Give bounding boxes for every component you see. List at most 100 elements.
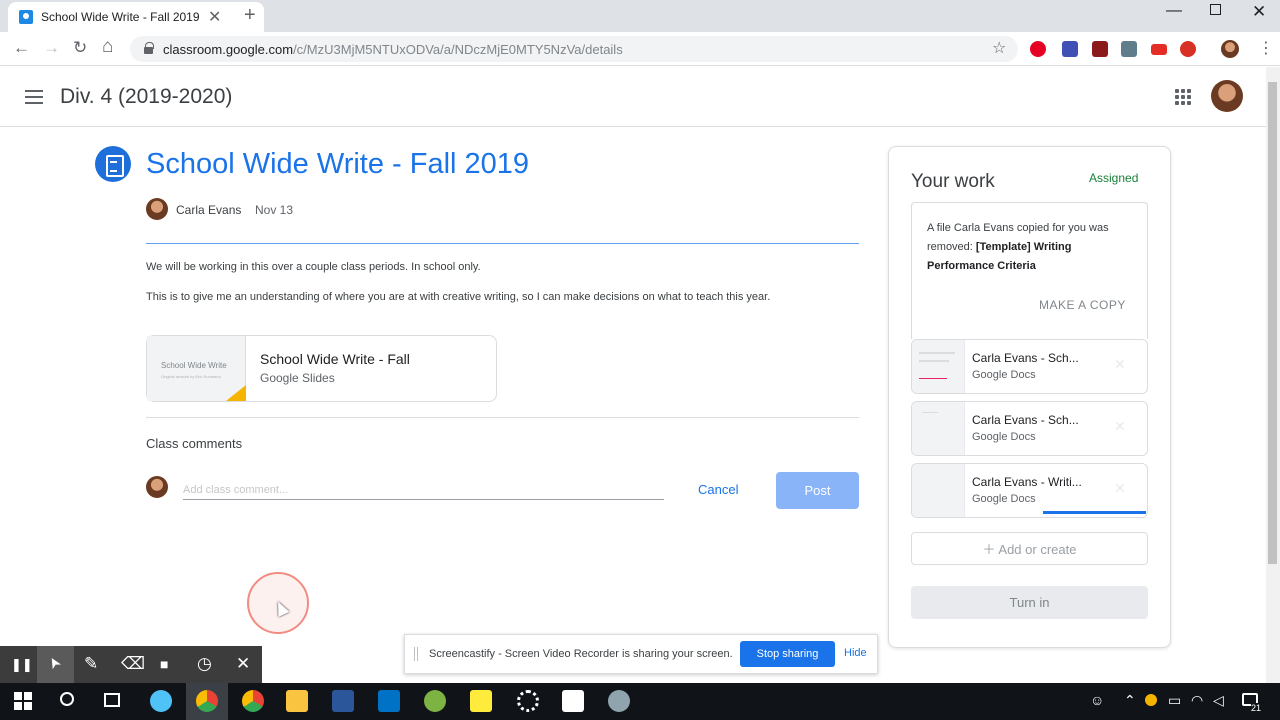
work-status-badge: Assigned [1089, 171, 1139, 185]
forward-button[interactable]: → [43, 38, 60, 58]
assignment-icon [95, 146, 131, 182]
home-button[interactable]: ⌂ [102, 36, 113, 58]
app-icon[interactable] [608, 690, 630, 712]
description-line: This is to give me an understanding of w… [146, 291, 771, 303]
browser-tab[interactable]: School Wide Write - Fall 2019 ✕ [8, 2, 264, 32]
pen-icon[interactable]: ✎ [84, 654, 98, 674]
removed-file-message: A file Carla Evans copied for you was re… [927, 219, 1135, 276]
doc-thumbnail [912, 464, 965, 517]
remove-file-icon[interactable]: ✕ [1114, 480, 1126, 497]
google-apps-icon[interactable] [1175, 89, 1191, 105]
people-icon[interactable]: ☺ [1090, 692, 1104, 708]
remove-file-icon[interactable]: ✕ [1114, 418, 1126, 435]
notification-count: 21 [1251, 703, 1262, 713]
tray-app-icon[interactable] [1145, 694, 1157, 706]
classroom-favicon-icon [19, 10, 33, 24]
class-comment-input[interactable] [183, 480, 664, 500]
reload-button[interactable]: ↻ [73, 38, 87, 58]
calendar-extension-icon[interactable] [1092, 41, 1108, 57]
extension-icon[interactable] [1062, 41, 1078, 57]
post-date: Nov 13 [255, 203, 294, 217]
sticky-notes-icon[interactable] [470, 690, 492, 712]
back-button[interactable]: ← [13, 38, 30, 58]
work-file-item[interactable]: Carla Evans - Writi... Google Docs ✕ [911, 463, 1148, 518]
attachment-type: Google Slides [260, 371, 335, 385]
post-button[interactable]: Post [776, 472, 859, 509]
turn-in-button[interactable]: Turn in [911, 586, 1148, 619]
attachment-thumbnail-title: School Wide Write [161, 361, 227, 370]
doc-thumbnail [912, 402, 965, 455]
window-minimize-button[interactable]: — [1166, 2, 1182, 20]
browser-menu-icon[interactable]: ⋮ [1258, 38, 1274, 58]
attachment-thumbnail-subtitle: Original artwork by Eric Rohmann [161, 374, 221, 379]
url-path: /c/MzU3MjM5NTUxODVa/a/NDczMjE0MTY5NzVa/d… [293, 42, 623, 57]
class-title[interactable]: Div. 4 (2019-2020) [60, 85, 232, 109]
stop-sharing-button[interactable]: Stop sharing [740, 641, 835, 667]
wifi-icon[interactable]: ◠ [1191, 692, 1203, 709]
cancel-button[interactable]: Cancel [698, 482, 738, 497]
sharing-message: Screencastify - Screen Video Recorder is… [429, 648, 733, 660]
file-type: Google Docs [972, 369, 1036, 381]
file-type: Google Docs [972, 431, 1036, 443]
camera-icon[interactable]: ■ [160, 656, 168, 672]
search-icon[interactable] [60, 692, 74, 706]
file-name: Carla Evans - Sch... [972, 351, 1079, 365]
hamburger-menu-icon[interactable] [25, 90, 43, 104]
commenter-avatar [146, 476, 168, 498]
volume-icon[interactable]: ◁ [1213, 692, 1224, 709]
layers-extension-icon[interactable] [1121, 41, 1137, 57]
window-close-button[interactable]: ✕ [1252, 2, 1266, 22]
youtube-extension-icon[interactable] [1151, 44, 1167, 55]
remove-file-icon[interactable]: ✕ [1114, 356, 1126, 373]
file-name: Carla Evans - Writi... [972, 475, 1082, 489]
screencastify-extension-icon[interactable] [1180, 41, 1196, 57]
url-text[interactable]: classroom.google.com/c/MzU3MjM5NTUxODVa/… [163, 42, 623, 57]
drag-handle-icon[interactable] [414, 647, 418, 661]
chrome-icon[interactable] [196, 690, 218, 712]
file-name: Carla Evans - Sch... [972, 413, 1079, 427]
assignment-title: School Wide Write - Fall 2019 [146, 148, 530, 180]
pause-icon[interactable]: ❚❚ [11, 657, 33, 673]
slides-corner-icon [226, 385, 246, 401]
profile-avatar[interactable] [1221, 40, 1239, 58]
battery-icon[interactable]: ▭ [1168, 692, 1181, 709]
hide-button[interactable]: Hide [844, 647, 867, 659]
chrome-icon[interactable] [242, 690, 264, 712]
upload-progress-bar [1043, 511, 1146, 514]
window-restore-button[interactable] [1208, 4, 1221, 16]
doc-thumbnail [912, 340, 965, 393]
settings-icon[interactable] [517, 690, 539, 712]
attachment-title[interactable]: School Wide Write - Fall [260, 351, 410, 367]
new-tab-button[interactable]: + [244, 4, 256, 27]
scrollbar-thumb[interactable] [1268, 82, 1277, 564]
tab-title: School Wide Write - Fall 2019 [41, 10, 200, 24]
url-host: classroom.google.com [163, 42, 294, 57]
word-icon[interactable] [332, 690, 354, 712]
title-divider [146, 243, 859, 244]
work-file-item[interactable]: Carla Evans - Sch... Google Docs ✕ [911, 401, 1148, 456]
description-line: We will be working in this over a couple… [146, 261, 481, 273]
lock-icon[interactable] [144, 42, 154, 54]
make-a-copy-button[interactable]: MAKE A COPY [1039, 298, 1126, 312]
your-work-title: Your work [911, 171, 995, 192]
eraser-icon[interactable]: ⌫ [121, 654, 145, 674]
windows-start-icon[interactable] [14, 692, 32, 710]
close-toolbar-icon[interactable]: ✕ [236, 654, 250, 674]
file-explorer-icon[interactable] [286, 690, 308, 712]
show-hidden-icons[interactable]: ⌃ [1124, 692, 1136, 709]
bookmark-star-icon[interactable]: ☆ [992, 38, 1006, 58]
photos-icon[interactable] [562, 690, 584, 712]
tab-close-icon[interactable]: ✕ [208, 7, 221, 27]
class-comments-label: Class comments [146, 436, 243, 451]
file-type: Google Docs [972, 493, 1036, 505]
account-avatar[interactable] [1211, 80, 1243, 112]
author-name: Carla Evans [176, 203, 242, 217]
pinterest-extension-icon[interactable] [1030, 41, 1046, 57]
task-view-icon[interactable] [104, 693, 120, 707]
add-or-create-button[interactable]: ＋ Add or create [911, 532, 1148, 565]
app-icon[interactable] [150, 690, 172, 712]
work-file-item[interactable]: Carla Evans - Sch... Google Docs ✕ [911, 339, 1148, 394]
app-icon[interactable] [424, 690, 446, 712]
outlook-icon[interactable] [378, 690, 400, 712]
timer-icon[interactable]: ◷ [197, 654, 212, 674]
